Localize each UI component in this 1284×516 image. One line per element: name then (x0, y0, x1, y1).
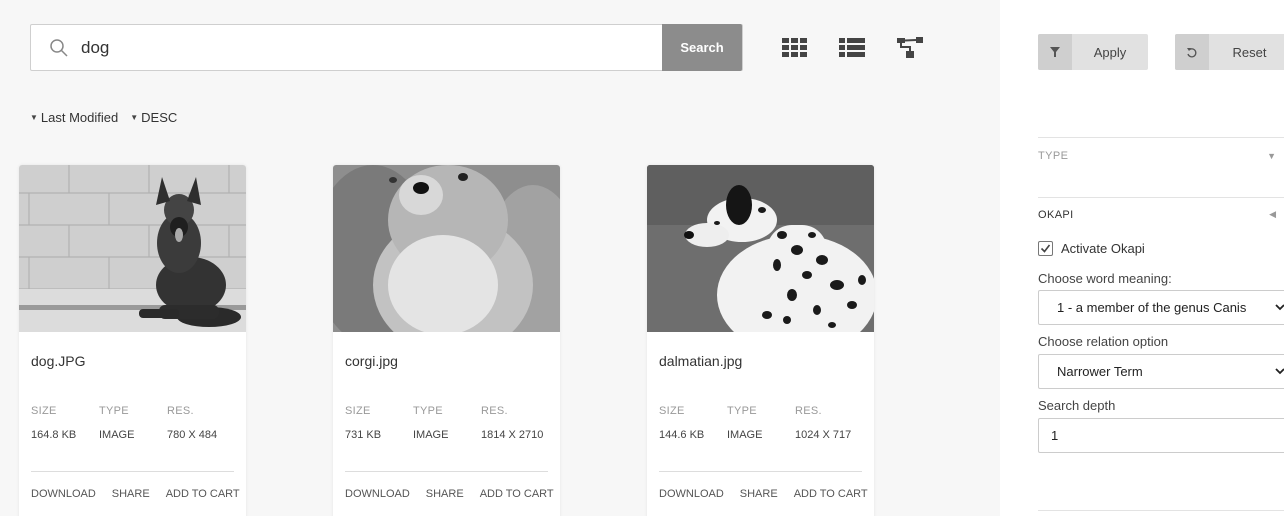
tree-view-icon[interactable] (895, 35, 925, 61)
asset-card[interactable]: dog.JPG SIZE TYPE RES. 164.8 KB IMAGE 78… (19, 165, 246, 516)
divider (1038, 510, 1284, 511)
size-value: 164.8 KB (31, 429, 77, 441)
checkmark-icon (1040, 244, 1051, 253)
dalmatian-thumbnail-image[interactable] (647, 165, 874, 332)
reset-label: Reset (1232, 44, 1267, 60)
search-icon (50, 39, 68, 57)
asset-card[interactable]: corgi.jpg SIZE TYPE RES. 731 KB IMAGE 18… (333, 165, 560, 516)
word-meaning-select[interactable]: 1 - a member of the genus Canis (1038, 290, 1284, 325)
grid-view-icon[interactable] (780, 35, 810, 61)
relation-option-label: Choose relation option (1038, 334, 1169, 349)
sort-controls: ▼ Last Modified ▼ DESC (30, 110, 177, 125)
asset-filename: corgi.jpg (345, 353, 398, 369)
reset-button[interactable]: Reset (1175, 34, 1284, 70)
activate-okapi-row: Activate Okapi (1038, 241, 1145, 256)
share-link[interactable]: SHARE (112, 488, 150, 500)
list-view-icon[interactable] (837, 35, 867, 61)
search-input[interactable] (81, 25, 661, 70)
type-section-header[interactable]: TYPE (1038, 150, 1068, 162)
size-value: 144.6 KB (659, 429, 705, 441)
relation-option-select[interactable]: Narrower Term (1038, 354, 1284, 389)
asset-filename: dog.JPG (31, 353, 86, 369)
apply-button[interactable]: Apply (1038, 34, 1148, 70)
relation-option-value: Narrower Term (1057, 364, 1143, 379)
res-label: RES. (481, 405, 508, 417)
filter-icon (1038, 34, 1072, 70)
size-label: SIZE (31, 405, 57, 417)
res-value: 780 X 484 (167, 429, 218, 441)
card-actions: DOWNLOAD SHARE ADD TO CART (659, 488, 868, 500)
asset-filename: dalmatian.jpg (659, 353, 743, 369)
share-link[interactable]: SHARE (740, 488, 778, 500)
sort-field-dropdown[interactable]: ▼ Last Modified (30, 110, 118, 125)
add-to-cart-link[interactable]: ADD TO CART (166, 488, 240, 500)
card-actions: DOWNLOAD SHARE ADD TO CART (345, 488, 554, 500)
asset-meta-values: 731 KB IMAGE 1814 X 2710 (345, 429, 543, 441)
res-label: RES. (167, 405, 194, 417)
card-divider (345, 471, 548, 472)
asset-meta-values: 144.6 KB IMAGE 1024 X 717 (659, 429, 851, 441)
chevron-down-icon (1275, 304, 1284, 311)
undo-icon (1175, 34, 1209, 70)
chevron-left-icon[interactable]: ◀ (1269, 209, 1276, 220)
caret-down-icon: ▼ (30, 113, 38, 122)
size-value: 731 KB (345, 429, 382, 441)
sort-order-label: DESC (141, 110, 178, 125)
okapi-section-header[interactable]: OKAPI (1038, 209, 1074, 221)
asset-meta-labels: SIZE TYPE RES. (659, 405, 822, 417)
sort-order-dropdown[interactable]: ▼ DESC (130, 110, 177, 125)
apply-label: Apply (1093, 44, 1127, 60)
chevron-down-icon[interactable]: ▼ (1267, 151, 1276, 161)
word-meaning-value: 1 - a member of the genus Canis (1057, 300, 1247, 315)
size-label: SIZE (659, 405, 685, 417)
asset-meta-labels: SIZE TYPE RES. (345, 405, 508, 417)
search-depth-input[interactable] (1038, 418, 1284, 453)
asset-meta-values: 164.8 KB IMAGE 780 X 484 (31, 429, 217, 441)
type-label: TYPE (413, 405, 443, 417)
asset-meta-labels: SIZE TYPE RES. (31, 405, 194, 417)
filter-panel: Apply Reset TYPE ▼ OKAPI ◀ Activate Okap… (1000, 0, 1284, 516)
type-value: IMAGE (727, 429, 763, 441)
sort-field-label: Last Modified (40, 110, 119, 125)
card-divider (31, 471, 234, 472)
add-to-cart-link[interactable]: ADD TO CART (794, 488, 868, 500)
asset-card[interactable]: dalmatian.jpg SIZE TYPE RES. 144.6 KB IM… (647, 165, 874, 516)
download-link[interactable]: DOWNLOAD (659, 488, 724, 500)
dog-thumbnail-image[interactable] (19, 165, 246, 332)
res-value: 1814 X 2710 (481, 429, 544, 441)
size-label: SIZE (345, 405, 371, 417)
res-label: RES. (795, 405, 822, 417)
chevron-down-icon (1275, 368, 1284, 375)
caret-down-icon: ▼ (130, 113, 139, 122)
download-link[interactable]: DOWNLOAD (345, 488, 410, 500)
card-actions: DOWNLOAD SHARE ADD TO CART (31, 488, 240, 500)
type-value: IMAGE (413, 429, 449, 441)
main-content: Search ▼Last Modified ▼DESC (0, 0, 1000, 516)
type-label: TYPE (99, 405, 129, 417)
divider (1038, 197, 1284, 198)
search-depth-label: Search depth (1038, 398, 1116, 413)
share-link[interactable]: SHARE (426, 488, 464, 500)
type-value: IMAGE (99, 429, 135, 441)
activate-okapi-label: Activate Okapi (1061, 241, 1145, 256)
word-meaning-label: Choose word meaning: (1038, 271, 1172, 286)
card-divider (659, 471, 862, 472)
download-link[interactable]: DOWNLOAD (31, 488, 96, 500)
divider (1038, 137, 1284, 138)
res-value: 1024 X 717 (795, 429, 852, 441)
search-button[interactable]: Search (662, 24, 742, 71)
add-to-cart-link[interactable]: ADD TO CART (480, 488, 554, 500)
search-bar: Search (30, 24, 743, 71)
corgi-thumbnail-image[interactable] (333, 165, 560, 332)
activate-okapi-checkbox[interactable] (1038, 241, 1053, 256)
type-label: TYPE (727, 405, 757, 417)
